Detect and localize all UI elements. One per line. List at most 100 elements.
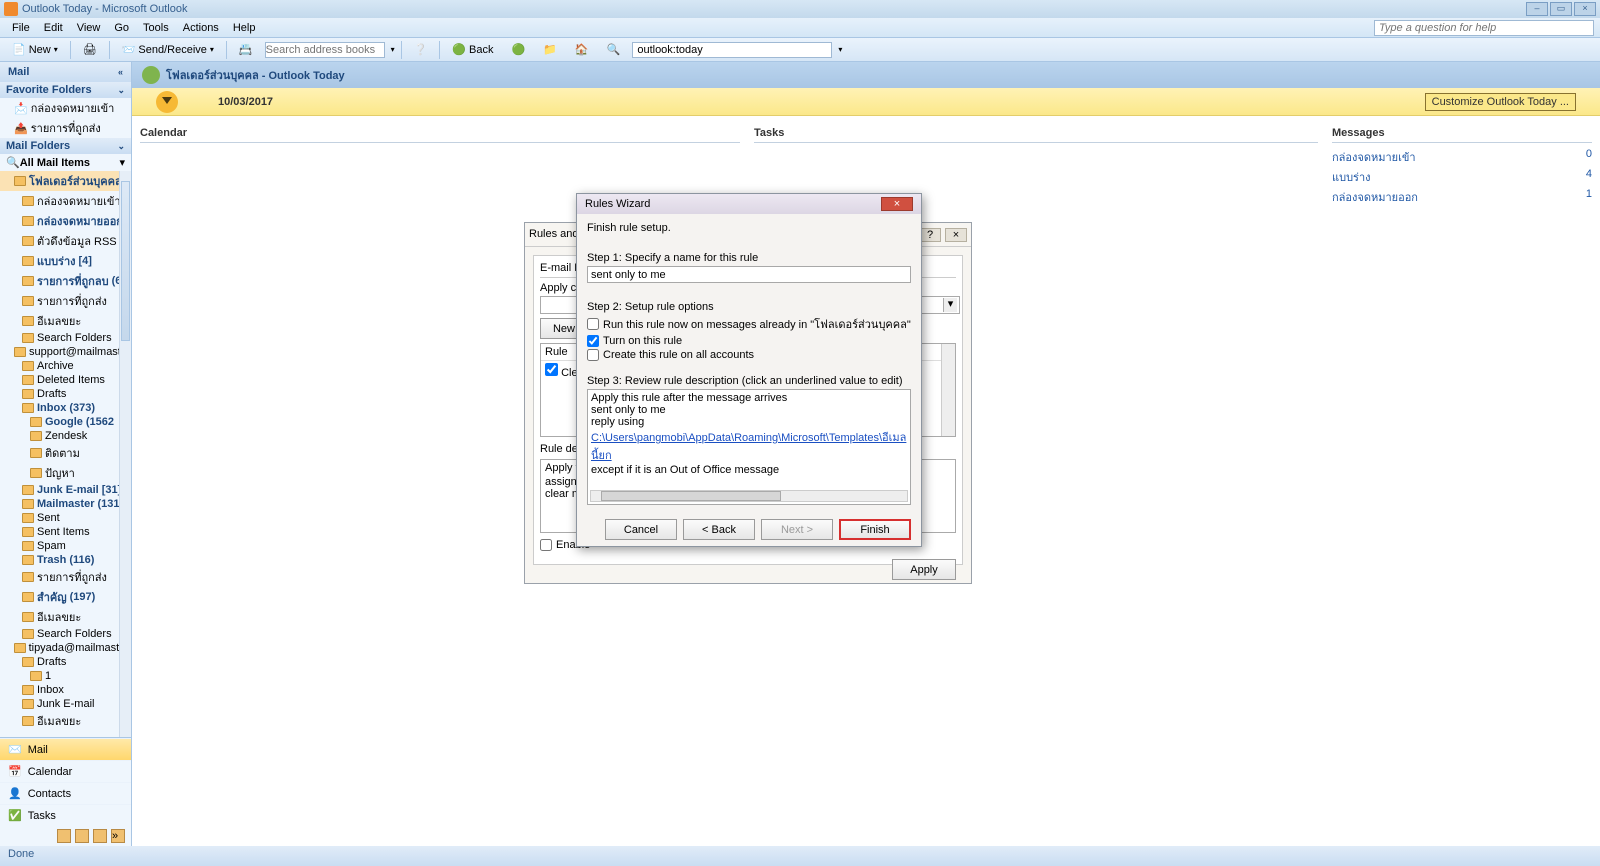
addressbook-button[interactable]: 📇: [233, 42, 259, 57]
wizard-subtitle: Finish rule setup.: [587, 222, 911, 234]
folder-item[interactable]: กล่องจดหมายออก: [0, 211, 131, 231]
print-button[interactable]: 🖨: [77, 42, 103, 57]
folder-item[interactable]: Google (1562: [0, 415, 131, 429]
all-accounts-checkbox[interactable]: [587, 349, 599, 361]
close-icon[interactable]: ×: [945, 228, 967, 242]
menu-go[interactable]: Go: [108, 20, 135, 36]
folder-item[interactable]: Sent Items: [0, 525, 131, 539]
cancel-button[interactable]: Cancel: [605, 519, 677, 540]
next-button[interactable]: Next >: [761, 519, 833, 540]
folder-item[interactable]: Sent: [0, 511, 131, 525]
messages-column: Messages กล่องจดหมายเข้า0 แบบร่าง4 กล่อง…: [1332, 124, 1592, 838]
menu-tools[interactable]: Tools: [137, 20, 175, 36]
stop-icon[interactable]: 🔍: [601, 42, 627, 57]
fav-inbox[interactable]: 📩 กล่องจดหมายเข้า: [0, 98, 131, 118]
folder-item[interactable]: โฟลเดอร์ส่วนบุคคล: [0, 171, 131, 191]
folder-item[interactable]: อีเมลขยะ: [0, 311, 131, 331]
apply-button[interactable]: Apply: [892, 559, 956, 580]
nav-mail[interactable]: ✉️ Mail: [0, 738, 131, 760]
search-dropdown[interactable]: ▾: [391, 45, 395, 54]
menu-help[interactable]: Help: [227, 20, 262, 36]
nav-extra-icons: »: [0, 826, 131, 846]
enable-checkbox[interactable]: [540, 539, 552, 551]
customize-button[interactable]: Customize Outlook Today ...: [1425, 93, 1576, 111]
folder-item[interactable]: สำคัญ (197): [0, 587, 131, 607]
menu-file[interactable]: File: [6, 20, 36, 36]
today-date: 10/03/2017: [218, 96, 273, 108]
help-icon[interactable]: ?: [919, 228, 941, 242]
nav-scrollbar[interactable]: [119, 171, 131, 737]
finish-button[interactable]: Finish: [839, 519, 911, 540]
up-icon[interactable]: 📁: [537, 42, 563, 57]
folder-item[interactable]: Inbox: [0, 683, 131, 697]
content-title: โฟลเดอร์ส่วนบุคคล - Outlook Today: [166, 66, 345, 84]
address-search-input[interactable]: [265, 42, 385, 58]
folder-item[interactable]: Zendesk: [0, 429, 131, 443]
folder-item[interactable]: Search Folders: [0, 331, 131, 345]
folder-item[interactable]: tipyada@mailmaster: [0, 641, 131, 655]
fav-sent[interactable]: 📤 รายการที่ถูกส่ง: [0, 118, 131, 138]
maximize-button[interactable]: ▭: [1550, 2, 1572, 16]
forward-button[interactable]: 🟢: [506, 42, 532, 57]
folder-item[interactable]: Spam: [0, 539, 131, 553]
folder-item[interactable]: รายการที่ถูกส่ง: [0, 291, 131, 311]
address-dropdown[interactable]: ▾: [838, 45, 842, 54]
folder-item[interactable]: support@mailmast: [0, 345, 131, 359]
menu-view[interactable]: View: [71, 20, 107, 36]
folder-item[interactable]: Drafts: [0, 655, 131, 669]
folder-item[interactable]: Mailmaster (1319: [0, 497, 131, 511]
step1-label: Step 1: Specify a name for this rule: [587, 252, 911, 264]
all-mail-items[interactable]: 🔍 All Mail Items▾: [0, 154, 131, 171]
folder-item[interactable]: Deleted Items: [0, 373, 131, 387]
msg-drafts-row[interactable]: แบบร่าง4: [1332, 167, 1592, 187]
folder-item[interactable]: รายการที่ถูกส่ง: [0, 567, 131, 587]
send-receive-button[interactable]: 📨Send/Receive▾: [116, 42, 220, 57]
desc-h-scrollbar[interactable]: [590, 490, 908, 502]
mail-folders-header[interactable]: Mail Folders⌄: [0, 138, 131, 154]
address-field[interactable]: outlook:today: [632, 42, 832, 58]
folder-item[interactable]: Search Folders: [0, 627, 131, 641]
folder-item[interactable]: อีเมลขยะ: [0, 607, 131, 627]
expand-icon[interactable]: [156, 91, 178, 113]
folder-item[interactable]: กล่องจดหมายเข้า: [0, 191, 131, 211]
back-button[interactable]: 🟢Back: [446, 42, 499, 57]
run-now-checkbox[interactable]: [587, 318, 599, 330]
help-search-input[interactable]: [1374, 20, 1594, 36]
menu-edit[interactable]: Edit: [38, 20, 69, 36]
folder-item[interactable]: Archive: [0, 359, 131, 373]
folder-item[interactable]: แบบร่าง [4]: [0, 251, 131, 271]
nav-calendar[interactable]: 📅 Calendar: [0, 760, 131, 782]
date-bar: 10/03/2017 Customize Outlook Today ...: [132, 88, 1600, 116]
close-icon[interactable]: ×: [881, 197, 913, 211]
nav-contacts[interactable]: 👤 Contacts: [0, 782, 131, 804]
rule-name-input[interactable]: [587, 266, 911, 283]
wizard-buttons: Cancel < Back Next > Finish: [577, 513, 921, 546]
close-button[interactable]: ×: [1574, 2, 1596, 16]
minimize-button[interactable]: –: [1526, 2, 1548, 16]
folder-item[interactable]: 1: [0, 669, 131, 683]
msg-inbox-row[interactable]: กล่องจดหมายเข้า0: [1332, 147, 1592, 167]
help-icon[interactable]: ❔: [408, 42, 434, 57]
nav-tasks[interactable]: ✅ Tasks: [0, 804, 131, 826]
back-button[interactable]: < Back: [683, 519, 755, 540]
template-path-link[interactable]: C:\Users\pangmobi\AppData\Roaming\Micros…: [591, 432, 906, 462]
folder-item[interactable]: ตัวดึงข้อมูล RSS: [0, 231, 131, 251]
home-icon[interactable]: 🏠: [569, 42, 595, 57]
folder-item[interactable]: Drafts: [0, 387, 131, 401]
folder-item[interactable]: รายการที่ถูกลบ (6): [0, 271, 131, 291]
turn-on-checkbox[interactable]: [587, 335, 599, 347]
folder-item[interactable]: อีเมลขยะ: [0, 711, 131, 731]
new-button[interactable]: 📄New▾: [6, 42, 64, 57]
folder-item[interactable]: Junk E-mail [31]: [0, 483, 131, 497]
folder-item[interactable]: ติดตาม: [0, 443, 131, 463]
folder-item[interactable]: ปัญหา: [0, 463, 131, 483]
favorite-folders-header[interactable]: Favorite Folders⌄: [0, 82, 131, 98]
folder-item[interactable]: Junk E-mail: [0, 697, 131, 711]
wizard-titlebar[interactable]: Rules Wizard ×: [577, 194, 921, 214]
folder-item[interactable]: Inbox (373): [0, 401, 131, 415]
folder-item[interactable]: Trash (116): [0, 553, 131, 567]
list-scrollbar[interactable]: [941, 344, 955, 436]
refresh-icon[interactable]: [142, 66, 160, 84]
menu-actions[interactable]: Actions: [177, 20, 225, 36]
msg-outbox-row[interactable]: กล่องจดหมายออก1: [1332, 187, 1592, 207]
